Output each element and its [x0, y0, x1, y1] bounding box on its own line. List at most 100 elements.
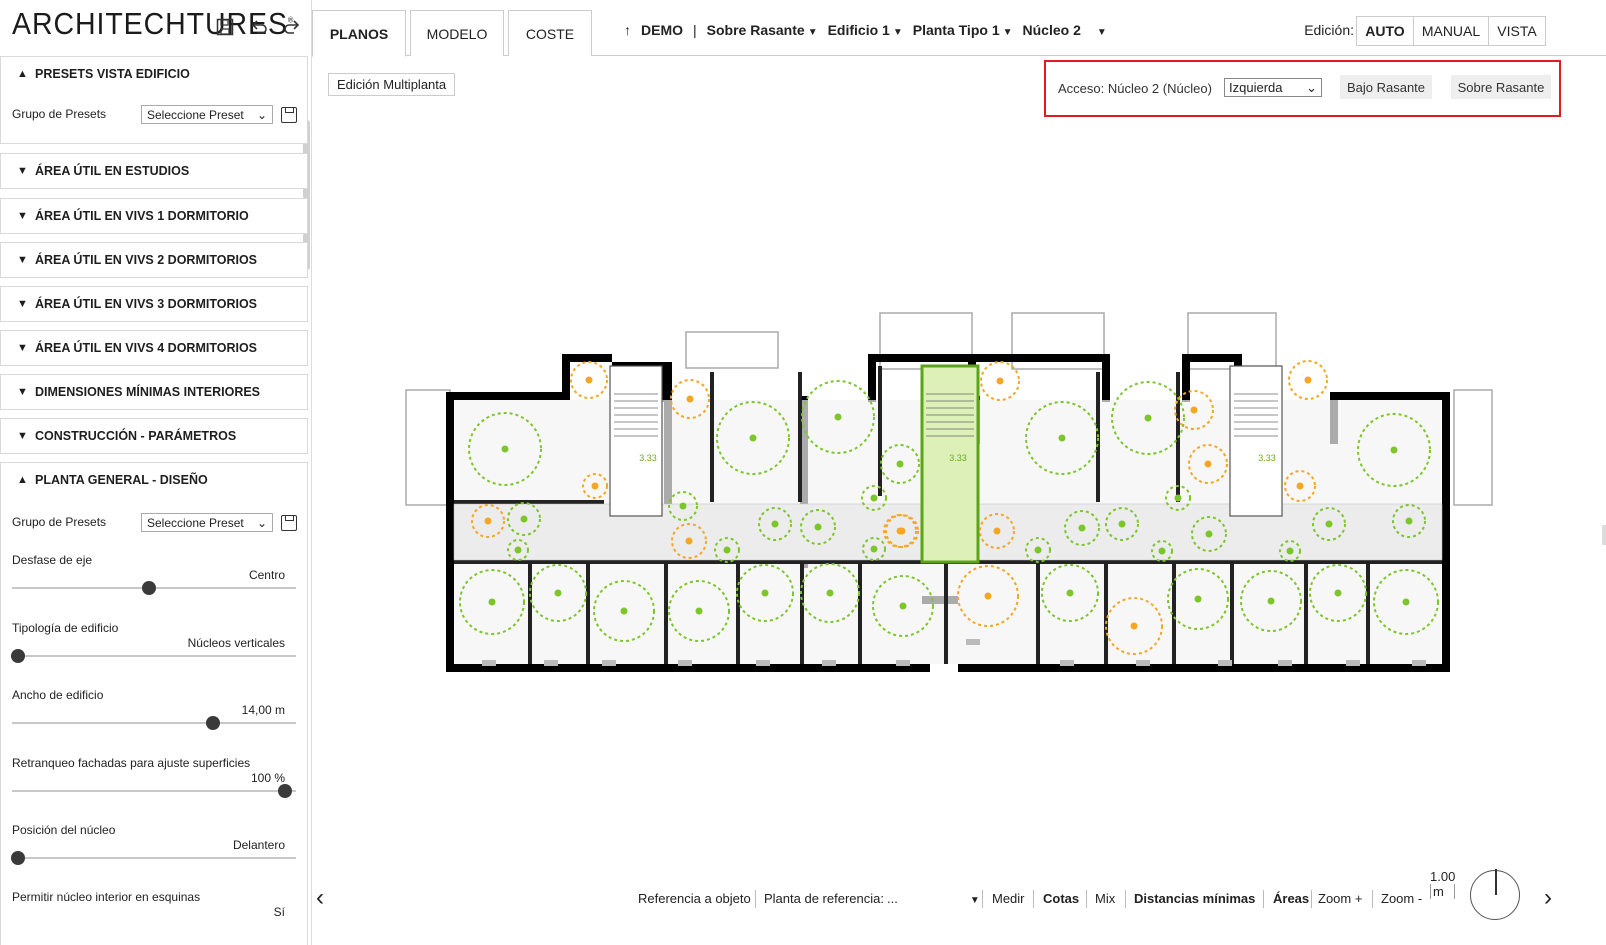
- collapsed-section[interactable]: ▼ ÁREA ÚTIL EN VIVS 3 DORMITORIOS: [0, 286, 308, 322]
- partition: [1366, 564, 1370, 664]
- measure-button[interactable]: Medir: [992, 891, 1025, 906]
- main-canvas: 3.33 3.33 3.33 Edición Multiplanta Acceso:…: [312, 56, 1606, 945]
- section-header[interactable]: ▼ ÁREA ÚTIL EN VIVS 2 DORMITORIOS: [1, 243, 307, 277]
- slider-track[interactable]: [12, 783, 296, 798]
- slider-track[interactable]: [12, 716, 296, 730]
- save-preset-icon[interactable]: [281, 107, 297, 123]
- slider-track[interactable]: [11, 648, 296, 663]
- redo-icon[interactable]: [281, 16, 303, 38]
- preset-select[interactable]: Seleccione Preset ⌄: [141, 105, 273, 124]
- breadcrumb-edificio[interactable]: Edificio 1 ▼: [828, 22, 903, 38]
- breadcrumb-project[interactable]: DEMO: [641, 22, 683, 38]
- min-distances-toggle[interactable]: Distancias mínimas: [1134, 891, 1255, 906]
- chevron-down-icon: ⌄: [1306, 79, 1317, 95]
- slider-handle[interactable]: [141, 581, 156, 595]
- chevron-down-icon: ⌄: [256, 515, 267, 530]
- collapsed-section[interactable]: ▼ ÁREA ÚTIL EN VIVS 1 DORMITORIO: [0, 198, 308, 234]
- breadcrumb-planta[interactable]: Planta Tipo 1 ▼: [913, 22, 1013, 38]
- slider-track[interactable]: [11, 851, 296, 865]
- mode-auto-button[interactable]: AUTO: [1356, 16, 1414, 46]
- window: [822, 660, 836, 666]
- north-compass-icon[interactable]: [1470, 869, 1520, 920]
- section-title: CONSTRUCCIÓN - PARÁMETROS: [35, 429, 237, 443]
- balcony: [405, 389, 451, 506]
- reference-floor-select[interactable]: ... ▼: [887, 891, 980, 906]
- slider-label: Retranqueo fachadas para ajuste superfic…: [12, 755, 251, 770]
- breadcrumb-sobre-rasante[interactable]: Sobre Rasante ▼: [707, 22, 818, 38]
- slider-handle[interactable]: [11, 648, 25, 663]
- preset-select[interactable]: Seleccione Preset ⌄: [141, 513, 273, 532]
- section-header[interactable]: ▼ ÁREA ÚTIL EN ESTUDIOS: [1, 154, 307, 188]
- access-side-select[interactable]: Izquierda ⌄: [1224, 78, 1322, 97]
- chevron-left-icon[interactable]: ‹: [316, 884, 324, 912]
- room-center-dot: [771, 520, 779, 528]
- wall: [868, 354, 876, 402]
- section-header[interactable]: ▼ ÁREA ÚTIL EN VIVS 1 DORMITORIO: [1, 199, 307, 233]
- window: [966, 639, 980, 645]
- section-header[interactable]: ▼ DIMENSIONES MÍNIMAS INTERIORES: [1, 375, 307, 409]
- breadcrumb-nucleo[interactable]: Núcleo 2 ▼: [1023, 22, 1107, 38]
- collapsed-section[interactable]: ▼ ÁREA ÚTIL EN VIVS 4 DORMITORIOS: [0, 330, 308, 366]
- right-edge-handle[interactable]: [1602, 525, 1606, 545]
- partition: [1104, 564, 1108, 664]
- below-grade-button[interactable]: Bajo Rasante: [1340, 75, 1432, 99]
- core-dimension-label: 3.33: [1258, 453, 1276, 463]
- slider-handle[interactable]: [205, 716, 220, 730]
- above-grade-button[interactable]: Sobre Rasante: [1451, 75, 1551, 99]
- window: [678, 660, 692, 666]
- wall: [868, 354, 978, 362]
- room-center-dot: [679, 502, 687, 510]
- floor-plan[interactable]: 3.33 3.33 3.33: [312, 56, 1606, 876]
- balcony: [685, 331, 779, 369]
- preset-group-label: Grupo de Presets: [12, 515, 107, 529]
- zoom-in-button[interactable]: Zoom +: [1318, 891, 1362, 906]
- room-center-dot: [1066, 589, 1074, 597]
- collapsed-section[interactable]: ▼ CONSTRUCCIÓN - PARÁMETROS: [0, 418, 308, 454]
- mode-manual-button[interactable]: MANUAL: [1413, 16, 1489, 46]
- room-center-dot: [996, 377, 1004, 385]
- undo-icon[interactable]: [248, 16, 270, 38]
- dimensions-toggle[interactable]: Cotas: [1043, 891, 1079, 906]
- mix-toggle[interactable]: Mix: [1095, 891, 1115, 906]
- section-header-presets[interactable]: ▲ PRESETS VISTA EDIFICIO: [1, 57, 307, 91]
- core-dimension-label: 3.33: [949, 453, 967, 463]
- bottom-toolbar: ‹ Referencia a objeto Planta de referenc…: [312, 869, 1606, 920]
- breadcrumb: ↑ DEMO | Sobre Rasante ▼ Edificio 1 ▼ Plan…: [624, 22, 1117, 38]
- tab-coste[interactable]: COSTE: [508, 10, 592, 56]
- areas-toggle[interactable]: Áreas: [1273, 891, 1309, 906]
- slider-value: Delantero: [232, 838, 285, 852]
- chevron-right-icon[interactable]: ›: [1544, 884, 1552, 912]
- chevron-down-icon: ▼: [1096, 27, 1107, 38]
- zoom-out-button[interactable]: Zoom -: [1381, 891, 1422, 906]
- section-title: DIMENSIONES MÍNIMAS INTERIORES: [35, 385, 261, 399]
- collapsed-section[interactable]: ▼ ÁREA ÚTIL EN VIVS 2 DORMITORIOS: [0, 242, 308, 278]
- section-planta-general: ▲ PLANTA GENERAL - DISEÑO Grupo de Prese…: [0, 462, 308, 945]
- slider-handle[interactable]: [11, 851, 25, 865]
- section-header-planta[interactable]: ▲ PLANTA GENERAL - DISEÑO: [1, 463, 307, 497]
- room-center-dot: [1286, 547, 1294, 555]
- section-header[interactable]: ▼ ÁREA ÚTIL EN VIVS 4 DORMITORIOS: [1, 331, 307, 365]
- room-center-dot: [1304, 376, 1312, 384]
- slider-track[interactable]: [12, 581, 296, 595]
- edit-mode-label: Edición:: [1304, 22, 1354, 38]
- collapsed-section[interactable]: ▼ DIMENSIONES MÍNIMAS INTERIORES: [0, 374, 308, 410]
- collapsed-section[interactable]: ▼ ÁREA ÚTIL EN ESTUDIOS: [0, 153, 308, 189]
- multi-floor-edit-button[interactable]: Edición Multiplanta: [328, 73, 456, 96]
- reference-object-button[interactable]: Referencia a objeto: [638, 891, 751, 906]
- room-center-dot: [488, 598, 496, 606]
- slider-label: Tipología de edificio: [12, 620, 119, 635]
- save-preset-icon[interactable]: [281, 515, 297, 531]
- section-header[interactable]: ▼ CONSTRUCCIÓN - PARÁMETROS: [1, 419, 307, 453]
- up-arrow-icon[interactable]: ↑: [624, 22, 631, 38]
- tab-planos[interactable]: PLANOS: [312, 10, 406, 57]
- room-center-dot: [1334, 589, 1342, 597]
- mode-vista-button[interactable]: VISTA: [1488, 16, 1546, 46]
- divider: [982, 890, 983, 908]
- tab-modelo[interactable]: MODELO: [410, 10, 504, 56]
- section-header[interactable]: ▼ ÁREA ÚTIL EN VIVS 3 DORMITORIOS: [1, 287, 307, 321]
- chevron-down-icon: ▼: [807, 27, 818, 38]
- partition: [798, 372, 802, 502]
- room-center-dot: [501, 445, 509, 453]
- save-icon[interactable]: [214, 16, 236, 38]
- slider-handle[interactable]: [278, 783, 292, 798]
